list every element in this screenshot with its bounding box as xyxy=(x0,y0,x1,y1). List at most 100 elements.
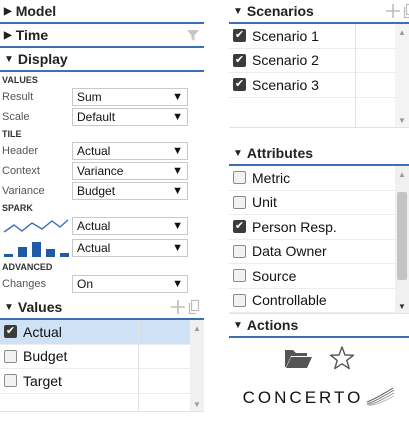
scenario-list-item[interactable]: ✔ Scenario 1 xyxy=(229,24,395,49)
spark-bar-select[interactable]: Actual ▼ xyxy=(72,239,188,257)
checkbox[interactable] xyxy=(233,195,246,209)
caret-down-icon: ▼ xyxy=(4,53,14,65)
checkbox[interactable]: ✔ xyxy=(233,29,246,43)
concerto-logo: CONCERTO xyxy=(229,378,409,418)
dropdown-arrow-icon: ▼ xyxy=(172,220,183,232)
time-section-header[interactable]: ▶ Time xyxy=(0,24,204,48)
changes-select[interactable]: On ▼ xyxy=(72,275,188,293)
model-section-header[interactable]: ▶ Model xyxy=(0,0,204,24)
checkbox[interactable]: ✔ xyxy=(233,53,246,67)
scroll-down-icon[interactable]: ▼ xyxy=(398,302,406,311)
checkbox[interactable] xyxy=(233,293,246,307)
caret-down-icon: ▼ xyxy=(233,319,243,331)
attributes-section-title: Attributes xyxy=(246,145,314,161)
scroll-thumb[interactable] xyxy=(397,192,407,280)
scroll-up-icon[interactable]: ▲ xyxy=(398,28,406,37)
values-item-label: Budget xyxy=(23,348,68,365)
values-group-label: VALUES xyxy=(2,75,38,85)
attribute-list-item[interactable]: Source xyxy=(229,264,395,289)
result-select[interactable]: Sum ▼ xyxy=(72,88,188,106)
checkbox[interactable]: ✔ xyxy=(233,78,246,92)
display-section-title: Display xyxy=(17,51,68,67)
attribute-item-label: Source xyxy=(252,267,297,284)
copy-icon[interactable] xyxy=(403,3,409,22)
right-panel: ▼ Scenarios ✔ Scenario 1 ✔ Scenario 2 ✔ … xyxy=(229,0,409,418)
attribute-item-label: Metric xyxy=(252,169,291,186)
actions-section-header[interactable]: ▼ Actions xyxy=(229,314,409,338)
header-select[interactable]: Actual ▼ xyxy=(72,142,188,160)
scroll-down-icon[interactable]: ▼ xyxy=(193,400,201,409)
result-select-value: Sum xyxy=(77,90,102,104)
values-section-header[interactable]: ▼ Values xyxy=(0,296,204,320)
variance-row: Variance Budget ▼ xyxy=(0,181,204,201)
checkbox[interactable] xyxy=(233,269,246,283)
attribute-list-item[interactable]: Metric xyxy=(229,166,395,191)
scale-select[interactable]: Default ▼ xyxy=(72,108,188,126)
checkbox[interactable] xyxy=(4,374,17,388)
dropdown-arrow-icon: ▼ xyxy=(172,145,183,157)
attribute-list-item[interactable]: Unit xyxy=(229,191,395,215)
dropdown-arrow-icon: ▼ xyxy=(172,278,183,290)
scenarios-scrollbar[interactable]: ▲ ▼ xyxy=(395,24,409,127)
result-row: Result Sum ▼ xyxy=(0,87,204,107)
display-section-header[interactable]: ▼ Display xyxy=(0,48,204,72)
values-list-item[interactable]: Budget xyxy=(0,345,190,369)
dropdown-arrow-icon: ▼ xyxy=(172,91,183,103)
scenario-item-label: Scenario 2 xyxy=(252,52,319,69)
attributes-scrollbar[interactable]: ▲ ▼ xyxy=(395,166,409,313)
checkbox[interactable]: ✔ xyxy=(4,325,17,339)
scenario-list-item[interactable]: ✔ Scenario 2 xyxy=(229,49,395,73)
model-section-title: Model xyxy=(15,3,57,19)
attribute-item-label: Person Resp. xyxy=(252,218,337,235)
variance-select[interactable]: Budget ▼ xyxy=(72,182,188,200)
spark-bar-select-value: Actual xyxy=(77,241,111,255)
checkbox[interactable]: ✔ xyxy=(233,220,246,234)
values-item-label: Actual xyxy=(23,323,62,340)
values-list-item[interactable]: Target xyxy=(0,369,190,394)
advanced-group-label: ADVANCED xyxy=(2,262,53,272)
header-row: Header Actual ▼ xyxy=(0,141,204,161)
checkbox[interactable] xyxy=(233,244,246,258)
changes-label: Changes xyxy=(2,278,47,290)
scenarios-section-title: Scenarios xyxy=(246,3,314,19)
scale-select-value: Default xyxy=(77,110,116,124)
actions-section-title: Actions xyxy=(246,317,299,333)
attribute-list-item[interactable]: Controllable xyxy=(229,289,395,313)
actions-toolbar xyxy=(229,342,409,378)
add-icon[interactable] xyxy=(385,3,401,22)
spark-line-select[interactable]: Actual ▼ xyxy=(72,217,188,235)
values-list-item[interactable]: ✔ Actual xyxy=(0,320,190,345)
add-icon[interactable] xyxy=(170,299,186,318)
values-scrollbar[interactable]: ▲ ▼ xyxy=(190,320,204,411)
attributes-list: Metric Unit ✔ Person Resp. Data Owner So… xyxy=(229,166,409,314)
scenarios-section-header[interactable]: ▼ Scenarios xyxy=(229,0,409,24)
star-icon[interactable] xyxy=(329,345,355,376)
open-folder-icon[interactable] xyxy=(283,346,313,375)
time-section-title: Time xyxy=(15,27,49,43)
checkbox[interactable] xyxy=(4,349,17,363)
scroll-up-icon[interactable]: ▲ xyxy=(193,324,201,333)
context-select[interactable]: Variance ▼ xyxy=(72,162,188,180)
scenario-list-item[interactable]: ✔ Scenario 3 xyxy=(229,73,395,98)
scroll-down-icon[interactable]: ▼ xyxy=(398,116,406,125)
logo-text: CONCERTO xyxy=(242,388,364,407)
scenarios-list: ✔ Scenario 1 ✔ Scenario 2 ✔ Scenario 3 ▲… xyxy=(229,24,409,128)
scenarios-header-tools xyxy=(385,3,409,22)
checkbox[interactable] xyxy=(233,171,246,185)
dropdown-arrow-icon: ▼ xyxy=(172,111,183,123)
filter-icon[interactable] xyxy=(186,29,200,42)
context-label: Context xyxy=(2,165,40,177)
attribute-list-item[interactable]: Data Owner xyxy=(229,240,395,264)
spark-line-select-value: Actual xyxy=(77,219,111,233)
context-row: Context Variance ▼ xyxy=(0,161,204,181)
spark-bar-row: Actual ▼ xyxy=(0,237,204,259)
values-header-tools xyxy=(170,299,200,318)
attributes-section-header[interactable]: ▼ Attributes xyxy=(229,142,409,166)
spark-line-row: Actual ▼ xyxy=(0,215,204,237)
attribute-list-item[interactable]: ✔ Person Resp. xyxy=(229,215,395,240)
copy-icon[interactable] xyxy=(188,299,200,318)
attribute-item-label: Data Owner xyxy=(252,243,327,260)
logo-waves-icon xyxy=(365,386,395,411)
scroll-up-icon[interactable]: ▲ xyxy=(398,170,406,179)
scenario-item-label: Scenario 1 xyxy=(252,27,319,44)
